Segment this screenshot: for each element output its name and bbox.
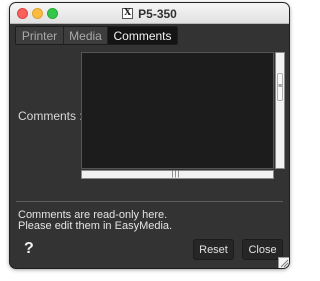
divider [16,201,283,202]
tab-printer[interactable]: Printer [16,27,64,44]
tab-media[interactable]: Media [64,27,108,44]
horizontal-scrollbar[interactable]: ||| [81,170,274,179]
comments-label: Comments : [18,109,83,123]
app-window: X P5-350 Printer Media Comments Comments… [10,3,289,268]
vertical-scrollbar[interactable]: ≡ [275,52,285,169]
tab-bar: Printer Media Comments [15,26,178,45]
horizontal-scroll-thumb[interactable]: ||| [164,171,188,178]
window-title: P5-350 [138,6,177,21]
info-text: Comments are read-only here. Please edit… [18,210,172,232]
vertical-scroll-thumb[interactable]: ≡ [277,73,283,101]
tab-comments[interactable]: Comments [108,27,177,44]
x11-icon: X [122,8,134,19]
info-line-2: Please edit them in EasyMedia. [18,220,173,232]
help-icon[interactable]: ? [24,240,34,258]
title-bar[interactable]: X P5-350 [10,3,289,24]
close-button[interactable]: Close [242,239,283,260]
resize-grip-icon[interactable] [278,257,289,268]
comments-textarea[interactable] [81,52,274,169]
reset-button[interactable]: Reset [193,239,234,260]
dialog-content: Printer Media Comments Comments : ≡ ||| … [10,24,289,268]
